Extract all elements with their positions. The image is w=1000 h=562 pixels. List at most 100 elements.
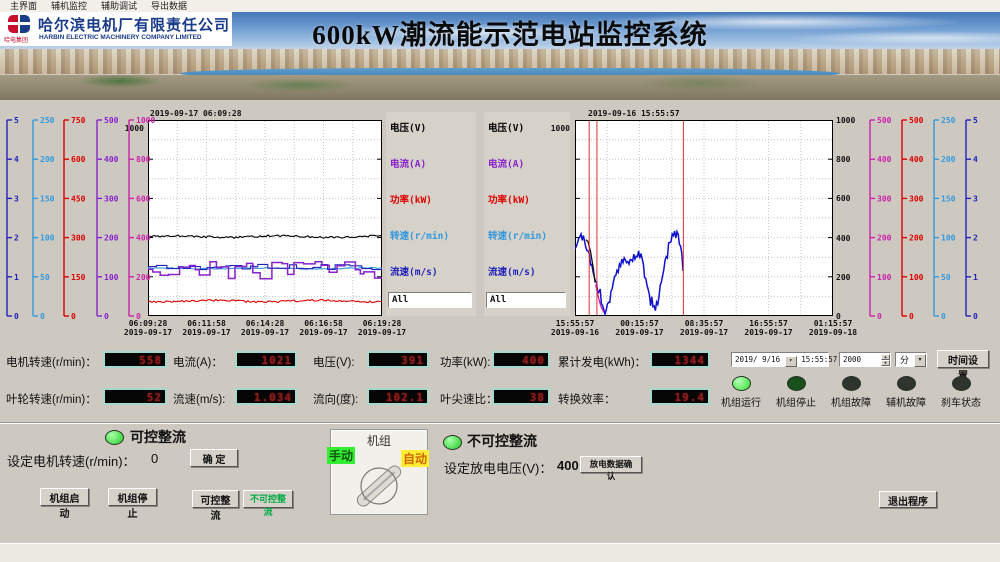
uncontrolled-rectify-button[interactable]: 不可控整流 [243, 490, 293, 508]
y-axis-tick-label: 200 [836, 273, 850, 282]
legend-item[interactable]: 转速(r/min) [390, 228, 449, 242]
value-axis: 543210 [962, 114, 988, 322]
x-axis-tick-label: 01:15:572019-09-18 [803, 319, 863, 337]
legend-item[interactable]: 转速(r/min) [488, 228, 547, 242]
svg-text:200: 200 [909, 234, 924, 243]
y-axis-tick-label: 0 [836, 312, 841, 321]
status-lamp [842, 376, 861, 391]
time-value: 15:55:57 [801, 355, 837, 364]
svg-text:400: 400 [909, 155, 924, 164]
svg-text:0: 0 [104, 312, 109, 321]
x-axis-tick-label: 06:14:282019-09-17 [235, 319, 295, 337]
legend-item[interactable]: 电流(A) [390, 156, 426, 170]
exit-program-button[interactable]: 退出程序 [879, 491, 937, 508]
svg-text:100: 100 [941, 234, 956, 243]
set-discharge-value[interactable]: 400 [557, 458, 579, 473]
readout-label: 累计发电(kWh)： [558, 354, 646, 370]
svg-text:500: 500 [877, 116, 892, 125]
svg-text:500: 500 [104, 116, 119, 125]
svg-text:1000: 1000 [136, 116, 155, 125]
menu-item[interactable]: 辅机监控 [47, 1, 91, 11]
unit-stop-button[interactable]: 机组停止 [108, 488, 157, 506]
legend-item[interactable]: 功率(kW) [488, 192, 530, 206]
bottom-strip [0, 543, 1000, 562]
svg-text:300: 300 [71, 234, 86, 243]
date-value: 2019/ 9/16 [735, 355, 780, 364]
duration-input[interactable]: 2000 ▲▼ [839, 352, 891, 367]
status-light-label: 机组停止 [769, 394, 823, 409]
svg-text:4: 4 [14, 155, 19, 164]
svg-text:200: 200 [136, 273, 151, 282]
svg-text:800: 800 [136, 155, 151, 164]
status-light-label: 机组运行 [714, 394, 768, 409]
y-axis-tick-label: 1000 [836, 116, 855, 125]
svg-text:250: 250 [40, 116, 55, 125]
svg-text:600: 600 [136, 194, 151, 203]
x-axis-tick-label: 06:16:582019-09-17 [294, 319, 354, 337]
unit-select[interactable]: 分 ▾ [895, 352, 927, 367]
mode-knob-icon[interactable] [344, 460, 414, 512]
status-light-label: 刹车状态 [934, 394, 988, 409]
x-axis-tick-label: 08:35:572019-09-17 [674, 319, 734, 337]
status-lamp [787, 376, 806, 391]
svg-text:0: 0 [136, 312, 141, 321]
company-logo: 哈电集团 哈尔滨电机厂有限责任公司 HARBIN ELECTRIC MACHIN… [0, 12, 232, 46]
chevron-down-icon[interactable]: ▾ [785, 356, 797, 367]
y-axis-tick-label: 400 [836, 234, 850, 243]
legend-item[interactable]: 流速(m/s) [488, 264, 536, 278]
uncontrolled-rectify-lamp [443, 435, 462, 450]
unit-value: 分 [900, 355, 909, 365]
legend-item[interactable]: 电压(V) [488, 120, 524, 134]
confirm-button[interactable]: 确 定 [190, 449, 238, 467]
svg-text:0: 0 [40, 312, 45, 321]
set-motor-speed-value[interactable]: 0 [151, 451, 158, 466]
value-axis: 250200150100500 [29, 114, 59, 322]
header-banner: 哈电集团 哈尔滨电机厂有限责任公司 HARBIN ELECTRIC MACHIN… [0, 12, 1000, 100]
legend-all-dropdown[interactable]: All [388, 292, 472, 308]
left-trend-plot[interactable] [148, 120, 382, 316]
uncontrolled-rectify-section-label: 不可控整流 [467, 431, 537, 451]
left-chart-timestamp: 2019-09-17 06:09:28 [150, 109, 242, 118]
svg-text:1: 1 [14, 273, 19, 282]
value-axis: 5004003002001000 [898, 114, 928, 322]
svg-text:3: 3 [14, 194, 19, 203]
svg-text:50: 50 [941, 273, 951, 282]
legend-item[interactable]: 流速(m/s) [390, 264, 438, 278]
panorama-foreground [0, 75, 1000, 100]
readout-label: 电压(V): [313, 354, 355, 370]
svg-text:200: 200 [104, 234, 119, 243]
readout-label: 电流(A)： [173, 354, 223, 370]
menu-item[interactable]: 导出数据 [147, 1, 191, 11]
time-set-button[interactable]: 时间设置 [937, 350, 989, 368]
discharge-confirm-button[interactable]: 放电数据确认 [580, 456, 642, 473]
unit-mode-panel: 机组 手动 自动 [330, 429, 428, 515]
led-display: 52 [103, 388, 167, 405]
controlled-rectify-button[interactable]: 可控整流 [192, 490, 239, 508]
x-axis-tick-label: 06:11:582019-09-17 [177, 319, 237, 337]
legend-all-dropdown[interactable]: All [486, 292, 566, 308]
menu-item[interactable]: 主界面 [6, 1, 41, 11]
svg-text:1: 1 [973, 273, 978, 282]
led-display: 391 [367, 351, 429, 368]
menu-item[interactable]: 辅助调试 [97, 1, 141, 11]
logo-caption: 哈电集团 [4, 35, 38, 44]
datetime-picker[interactable]: 2019/ 9/16 ▾ 15:55:57 ▲▼ [731, 352, 829, 367]
legend-item[interactable]: 电压(V) [390, 120, 426, 134]
right-trend-plot[interactable] [575, 120, 833, 316]
page-title: 600kW潮流能示范电站监控系统 [300, 13, 720, 52]
duration-spinner[interactable]: ▲▼ [881, 354, 890, 365]
readout-label: 转换效率： [558, 391, 616, 407]
set-motor-speed-label: 设定电机转速(r/min)： [7, 451, 136, 470]
divider-highlight [0, 423, 1000, 424]
legend-item[interactable]: 功率(kW) [390, 192, 432, 206]
legend-item[interactable]: 电流(A) [488, 156, 524, 170]
led-display: 1021 [235, 351, 297, 368]
svg-text:0: 0 [973, 312, 978, 321]
svg-text:100: 100 [909, 273, 924, 282]
readout-label: 功率(kW): [440, 354, 490, 370]
svg-text:5: 5 [973, 116, 978, 125]
right-chart-timestamp: 2019-09-16 15:55:57 [588, 109, 680, 118]
unit-start-button[interactable]: 机组启动 [40, 488, 89, 506]
chevron-down-icon[interactable]: ▾ [914, 354, 926, 367]
svg-text:100: 100 [877, 273, 892, 282]
